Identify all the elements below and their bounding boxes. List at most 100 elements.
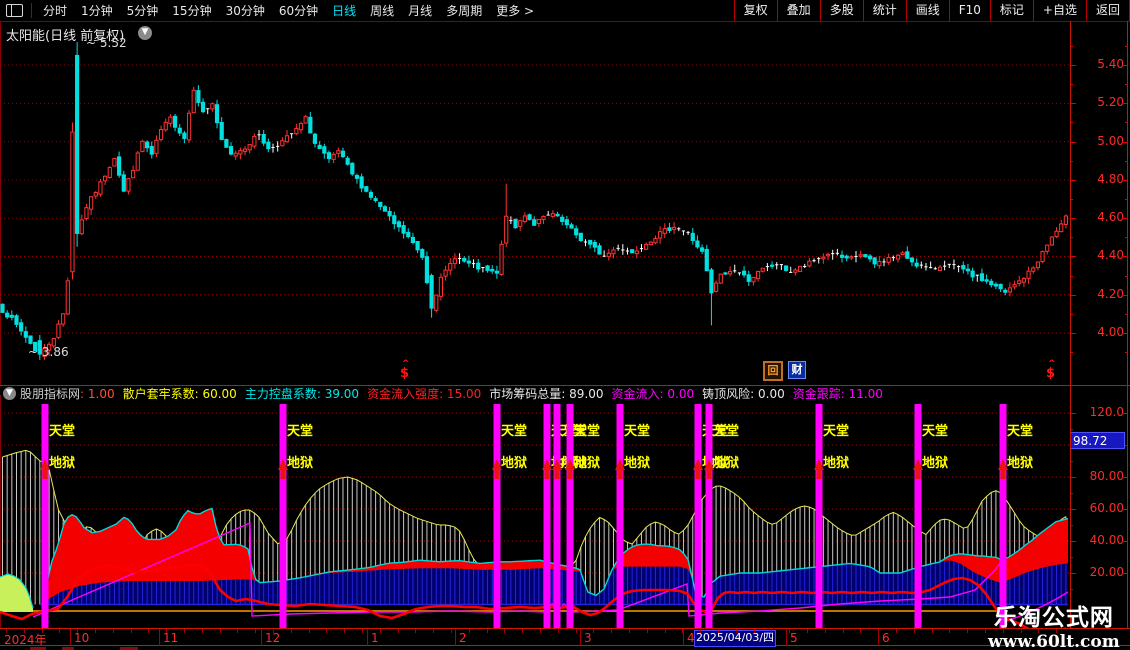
menu-item[interactable]: 多周期: [446, 2, 482, 19]
toolbar-button[interactable]: +自选: [1032, 0, 1086, 21]
toolbar-divider: [31, 3, 32, 18]
date-label: 12: [265, 631, 281, 645]
heaven-label: 天堂: [287, 423, 313, 439]
app-window: 分时 1分钟 5分钟 15分钟 30分钟 60分钟 日线 周线 月线 多周期 更多 > 复权 叠加 多股…: [0, 0, 1130, 650]
toolbar-button[interactable]: 画线: [905, 0, 949, 21]
menu-item[interactable]: 日线: [332, 2, 356, 19]
minor-tick: [825, 629, 826, 633]
minor-tick: [860, 629, 861, 633]
signal-bar: [815, 404, 823, 628]
signal-bar: [694, 404, 702, 628]
minor-tick: [433, 629, 434, 633]
date-label: 1: [371, 631, 379, 645]
minor-tick: [362, 629, 363, 633]
menu-item[interactable]: 30分钟: [226, 2, 265, 19]
hell-label: 地狱: [1007, 455, 1033, 471]
period-menu: 分时 1分钟 5分钟 15分钟 30分钟 60分钟 日线 周线 月线 多周期 更多 >: [36, 2, 541, 19]
indicator-panel[interactable]: 天堂地狱天堂地狱天堂地狱天堂地狱天堂地狱天堂地狱天堂地狱天堂地狱天堂地狱天堂地狱…: [0, 395, 1070, 628]
minor-tick: [291, 629, 292, 633]
menu-item[interactable]: 5分钟: [127, 2, 159, 19]
menu-item[interactable]: 1分钟: [81, 2, 113, 19]
signal-bar: [566, 404, 574, 628]
grid-layer: [0, 64, 1070, 334]
dollar-marker-icon[interactable]: $: [400, 359, 410, 381]
signal-bar: [553, 404, 561, 628]
heaven-label: 天堂: [49, 423, 75, 439]
minor-tick: [985, 629, 986, 633]
minor-tick: [59, 629, 60, 633]
date-label: 11: [163, 631, 179, 645]
watermark: 乐淘公式网 www.60lt.com: [988, 598, 1120, 650]
minor-tick: [896, 629, 897, 633]
minor-tick: [184, 629, 185, 633]
minor-tick: [629, 629, 630, 633]
hui-qr-icon[interactable]: 回: [763, 361, 783, 381]
minor-tick: [522, 629, 523, 633]
hell-label: 地狱: [922, 455, 948, 471]
watermark-url: www.60lt.com: [988, 632, 1120, 650]
minor-tick: [967, 629, 968, 633]
minor-tick: [843, 629, 844, 633]
indicator-tick-label: 40.00: [1089, 533, 1124, 547]
month-separator: [367, 629, 368, 646]
signal-bar: [999, 404, 1007, 628]
minor-tick: [932, 629, 933, 633]
menu-item[interactable]: 月线: [408, 2, 432, 19]
minor-tick: [540, 629, 541, 633]
minor-tick: [949, 629, 950, 633]
price-tick-label: 5.20: [1097, 95, 1124, 110]
hell-label: 地狱: [713, 455, 739, 471]
menu-item[interactable]: 分时: [43, 2, 67, 19]
chevron-down-icon[interactable]: ▼: [138, 26, 152, 40]
toolbar-button[interactable]: 标记: [989, 0, 1033, 21]
minor-tick: [24, 629, 25, 633]
top-toolbar: 分时 1分钟 5分钟 15分钟 30分钟 60分钟 日线 周线 月线 多周期 更多 > 复权 叠加 多股…: [0, 0, 1130, 22]
indicator-tick-label: 60.00: [1089, 501, 1124, 515]
indicator-tick-label: 20.00: [1089, 565, 1124, 579]
toolbar-button[interactable]: F10: [948, 0, 990, 21]
minor-tick: [415, 629, 416, 633]
toolbar-button[interactable]: 统计: [862, 0, 906, 21]
toolbar-buttons: 复权 叠加 多股 统计 画线 F10 标记 +自选 返回: [733, 0, 1130, 21]
minor-tick: [202, 629, 203, 633]
price-tick-label: 4.00: [1097, 325, 1124, 339]
cai-finance-icon[interactable]: 财: [788, 361, 806, 379]
menu-item[interactable]: 更多 >: [496, 2, 534, 19]
minor-tick: [326, 629, 327, 633]
price-tick-label: 4.40: [1097, 248, 1124, 263]
minor-tick: [487, 629, 488, 633]
layout-split-icon[interactable]: [6, 4, 23, 17]
toolbar-button[interactable]: 多股: [819, 0, 863, 21]
date-label: 3: [584, 631, 592, 645]
dollar-marker-icon[interactable]: $: [1046, 359, 1056, 381]
minor-tick: [611, 629, 612, 633]
main-candlestick-chart[interactable]: [0, 21, 1070, 386]
hell-label: 地狱: [574, 455, 600, 471]
indicator-tick-label: 80.00: [1089, 469, 1124, 483]
minor-tick: [576, 629, 577, 633]
minor-tick: [718, 629, 719, 633]
heaven-label: 天堂: [1007, 423, 1033, 439]
minor-tick: [273, 629, 274, 633]
indicator-current-value: 98.72: [1070, 432, 1125, 449]
watermark-text: 乐淘公式网: [993, 605, 1114, 631]
toolbar-button[interactable]: 复权: [733, 0, 777, 21]
price-tick-label: 5.40: [1097, 57, 1124, 72]
month-separator: [786, 629, 787, 646]
hell-label: 地狱: [624, 455, 650, 471]
month-separator: [261, 629, 262, 646]
minor-tick: [309, 629, 310, 633]
date-label: 5: [790, 631, 798, 645]
minor-tick: [754, 629, 755, 633]
menu-item[interactable]: 60分钟: [279, 2, 318, 19]
menu-item[interactable]: 周线: [370, 2, 394, 19]
minor-tick: [255, 629, 256, 633]
date-label: 2024年: [4, 633, 47, 647]
hell-label: 地狱: [501, 455, 527, 471]
toolbar-button[interactable]: 返回: [1085, 0, 1130, 21]
minor-tick: [665, 629, 666, 633]
toolbar-button[interactable]: 叠加: [776, 0, 820, 21]
date-axis[interactable]: 2025/04/03/四 2024年 10 11 12 1 2 3 4 5 6: [0, 628, 1130, 647]
signal-bar: [493, 404, 501, 628]
menu-item[interactable]: 15分钟: [172, 2, 211, 19]
